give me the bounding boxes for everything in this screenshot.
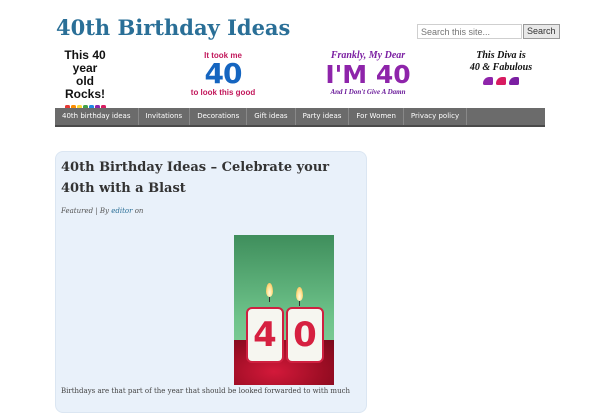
banner-graphic-took-bottom: to look this good [190,88,256,97]
banner-graphic-diva-line1: This Diva is [476,50,526,61]
candle-4: 4 [246,307,284,363]
nav-item-invitations[interactable]: Invitations [139,108,191,125]
post-meta: Featured | By editor on [61,207,143,215]
nav-item-party-ideas[interactable]: Party ideas [296,108,350,125]
banner-graphic-frankly: Frankly, My Dear I'M 40 And I Don't Give… [313,50,423,96]
banner-graphic-rocks-line2: old Rocks! [64,74,105,101]
post-category: Featured [61,207,94,215]
banner-graphic-rocks-line1: This 40 year [64,48,106,75]
search-button[interactable]: Search [523,24,560,39]
banner-graphic-rocks: This 40 year old Rocks! [55,49,115,108]
header-banner: This 40 year old Rocks! It took me 40 to… [55,47,545,108]
search-form: Search [417,24,560,39]
nav-item-decorations[interactable]: Decorations [190,108,248,125]
site-title[interactable]: 40th Birthday Ideas [56,15,290,40]
banner-graphic-took-me-40: It took me 40 to look this good [175,51,271,97]
shoes-icon [465,77,537,85]
banner-graphic-diva: This Diva is 40 & Fabulous [465,50,537,85]
banner-graphic-diva-line2: 40 & Fabulous [469,62,533,73]
main-nav: 40th birthday ideas Invitations Decorati… [55,108,545,127]
featured-post: 40th Birthday Ideas – Celebrate your 40t… [55,151,367,413]
banner-graphic-frankly-line3: And I Don't Give A Damn [330,88,406,96]
post-excerpt: Birthdays are that part of the year that… [61,387,350,395]
flame-icon [266,283,273,297]
candle-0: 0 [286,307,324,363]
nav-item-for-women[interactable]: For Women [349,108,404,125]
search-input[interactable] [417,24,522,39]
post-image-birthday-candles[interactable]: 4 0 [234,235,334,385]
post-meta-by: | By [93,207,112,215]
post-title[interactable]: 40th Birthday Ideas – Celebrate your 40t… [61,157,361,199]
post-author-link[interactable]: editor [111,207,132,215]
nav-item-privacy-policy[interactable]: Privacy policy [404,108,468,125]
banner-graphic-took-number: 40 [204,57,243,90]
post-meta-on: on [132,207,144,215]
nav-item-40th-birthday-ideas[interactable]: 40th birthday ideas [55,108,139,125]
nav-item-gift-ideas[interactable]: Gift ideas [247,108,296,125]
banner-graphic-frankly-big: I'M 40 [325,60,411,89]
flame-icon [296,287,303,301]
